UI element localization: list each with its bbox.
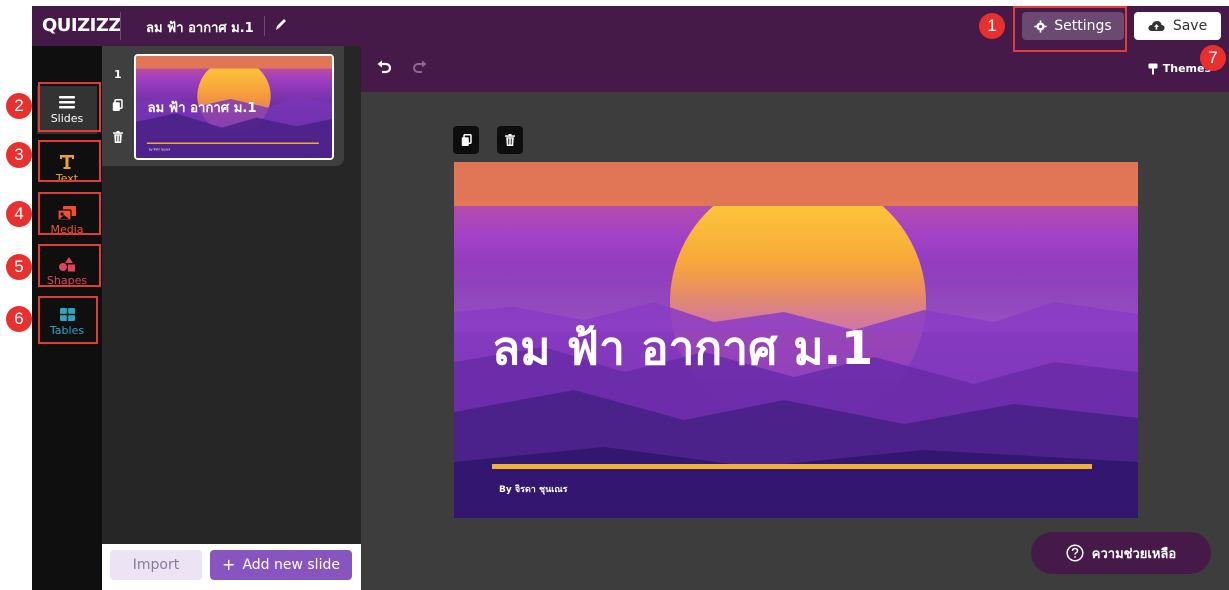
annotation-box-media [38, 192, 101, 235]
redo-icon[interactable] [413, 60, 427, 74]
save-label: Save [1172, 18, 1208, 34]
annotation-box-slides [38, 82, 101, 132]
cloud-upload-icon [1148, 21, 1165, 31]
divider [120, 12, 121, 40]
save-button[interactable]: Save [1134, 12, 1221, 40]
annotation-7: 7 [1200, 45, 1226, 71]
slide-thumbnail[interactable]: ลม ฟ้า อากาศ ม.1 By จิรดา ชุนเณร [134, 54, 334, 160]
undo-icon[interactable] [377, 60, 391, 74]
quizizz-editor: QUIZIZZ ลม ฟ้า อากาศ ม.1 Settings Save S… [32, 6, 1229, 590]
help-label: ความช่วยเหลือ [1091, 546, 1177, 562]
slide-thumbnail-title: ลม ฟ้า อากาศ ม.1 [147, 100, 256, 116]
slide-canvas[interactable]: ลม ฟ้า อากาศ ม.1 By จิรดา ชุนเณร [454, 162, 1138, 518]
trash-icon[interactable] [113, 131, 123, 143]
annotation-box-shapes [38, 244, 101, 287]
quizizz-logo[interactable]: QUIZIZZ [42, 15, 121, 36]
slide-thumbnail-art: ลม ฟ้า อากาศ ม.1 By จิรดา ชุนเณร [136, 56, 332, 158]
pencil-icon[interactable] [274, 15, 288, 33]
help-button[interactable]: ความช่วยเหลือ [1031, 532, 1211, 574]
trash-icon [505, 134, 515, 146]
paint-roller-icon [1148, 63, 1158, 74]
annotation-6: 6 [6, 306, 32, 332]
add-new-slide-label: Add new slide [242, 557, 340, 573]
slide-title[interactable]: ลม ฟ้า อากาศ ม.1 [492, 312, 873, 385]
duplicate-slide-button[interactable] [453, 126, 479, 154]
import-button[interactable]: Import [110, 550, 202, 580]
annotation-2: 2 [6, 93, 32, 119]
slide-divider-line[interactable] [492, 464, 1092, 469]
delete-slide-button[interactable] [497, 126, 523, 154]
editor-toolbar: Themes [361, 46, 1229, 92]
annotation-box-tables [38, 296, 98, 344]
copy-icon [461, 133, 472, 146]
add-new-slide-button[interactable]: + Add new slide [210, 550, 352, 580]
slide-number: 1 [114, 68, 122, 81]
slides-panel-footer: Import + Add new slide [102, 544, 361, 590]
copy-icon[interactable] [112, 99, 123, 112]
annotation-5: 5 [6, 254, 32, 280]
annotation-1: 1 [979, 13, 1005, 39]
divider [264, 16, 265, 36]
annotation-box-settings [1013, 6, 1127, 52]
help-circle-icon [1066, 544, 1084, 562]
annotation-box-text [38, 140, 101, 182]
annotation-3: 3 [6, 142, 32, 168]
slides-panel: 1 ลม ฟ้า อากาศ ม.1 By จิรดา ชุนเณร [102, 46, 361, 590]
slide-byline[interactable]: By จิรดา ชุนเณร [499, 482, 568, 496]
annotation-4: 4 [6, 201, 32, 227]
quiz-title[interactable]: ลม ฟ้า อากาศ ม.1 [146, 17, 254, 38]
slide-list-item[interactable]: 1 ลม ฟ้า อากาศ ม.1 By จิรดา ชุนเณร [102, 46, 344, 166]
plus-icon: + [222, 555, 236, 574]
